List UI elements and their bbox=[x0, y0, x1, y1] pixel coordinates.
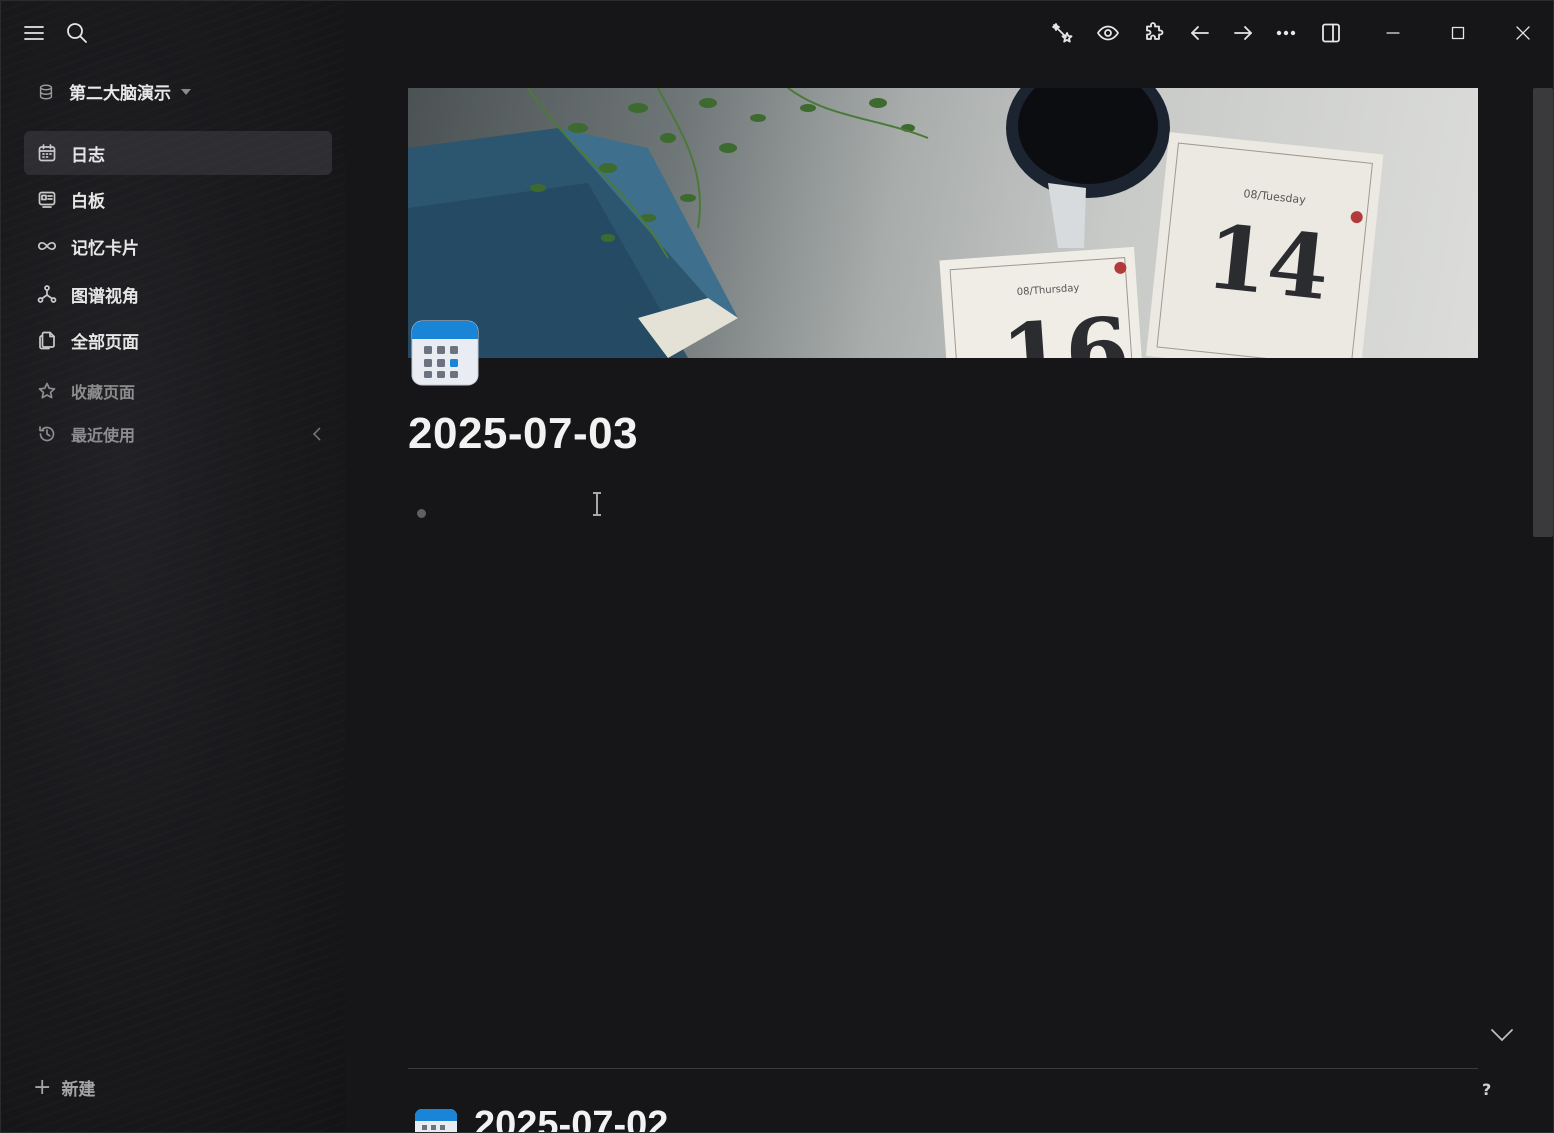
calendar-icon bbox=[38, 144, 56, 162]
text-cursor-icon bbox=[591, 491, 603, 517]
sidebar-item-journals[interactable]: 日志 bbox=[24, 131, 332, 175]
favorites-label: 收藏页面 bbox=[71, 383, 136, 402]
page-calendar-icon[interactable] bbox=[411, 319, 479, 387]
infinity-icon bbox=[38, 241, 56, 251]
sidebar-item-label: 记忆卡片 bbox=[71, 238, 139, 259]
banner-cal-right-day: 14 bbox=[1201, 204, 1334, 320]
history-icon bbox=[39, 426, 55, 442]
graph-switcher[interactable]: 第二大脑演示 bbox=[37, 79, 191, 104]
banner-cal-left-day: 16 bbox=[998, 297, 1133, 358]
sidebar-item-label: 白板 bbox=[71, 191, 105, 212]
forward-arrow-icon[interactable] bbox=[1229, 19, 1257, 47]
chevron-down-icon bbox=[181, 88, 191, 95]
sidebar-recent[interactable]: 最近使用 bbox=[24, 412, 332, 456]
sidebar-item-label: 全部页面 bbox=[71, 332, 139, 353]
journal-divider bbox=[408, 1068, 1478, 1069]
plugin-icon[interactable] bbox=[1140, 19, 1168, 47]
search-icon[interactable] bbox=[63, 19, 91, 47]
new-page-button[interactable]: + 新建 bbox=[33, 1075, 95, 1100]
close-icon[interactable] bbox=[1509, 19, 1537, 47]
back-arrow-icon[interactable] bbox=[1186, 19, 1214, 47]
new-label: 新建 bbox=[61, 1080, 96, 1100]
sidebar-item-flashcards[interactable]: 记忆卡片 bbox=[24, 224, 332, 268]
next-page-calendar-icon[interactable] bbox=[414, 1108, 458, 1132]
pages-icon bbox=[39, 331, 55, 350]
eye-icon[interactable] bbox=[1094, 19, 1122, 47]
help-button[interactable]: ? bbox=[1482, 1080, 1491, 1099]
sidebar-favorites[interactable]: 收藏页面 bbox=[24, 369, 332, 413]
database-icon bbox=[39, 84, 53, 99]
sidebar-item-all-pages[interactable]: 全部页面 bbox=[24, 318, 332, 362]
star-icon bbox=[38, 382, 56, 399]
page-banner-image: 08/Tuesday 14 08/Thursday 16 bbox=[408, 88, 1478, 358]
sidebar-item-whiteboard[interactable]: 白板 bbox=[24, 177, 332, 221]
chevron-down-icon[interactable] bbox=[1488, 1024, 1516, 1046]
sidebar-item-label: 日志 bbox=[71, 145, 105, 166]
chevron-left-icon[interactable] bbox=[310, 425, 326, 445]
app-window: 第二大脑演示 日志 白板 记忆卡片 图谱视角 全部页面 收藏页面 最近使用 + … bbox=[0, 0, 1554, 1133]
menu-icon[interactable] bbox=[20, 19, 48, 47]
minimize-icon[interactable] bbox=[1379, 19, 1407, 47]
plus-icon: + bbox=[33, 1074, 52, 1100]
left-sidebar: 第二大脑演示 日志 白板 记忆卡片 图谱视角 全部页面 收藏页面 最近使用 + … bbox=[1, 1, 346, 1132]
main-scrollbar[interactable] bbox=[1533, 88, 1553, 537]
graph-icon bbox=[37, 285, 57, 303]
sidebar-item-label: 图谱视角 bbox=[71, 286, 139, 307]
page-title[interactable]: 2025-07-03 bbox=[408, 409, 638, 459]
recent-label: 最近使用 bbox=[71, 426, 136, 445]
sidebar-item-graph-view[interactable]: 图谱视角 bbox=[24, 272, 332, 316]
whiteboard-icon bbox=[38, 191, 56, 208]
maximize-icon[interactable] bbox=[1444, 19, 1472, 47]
graph-name: 第二大脑演示 bbox=[69, 84, 171, 104]
next-page-title[interactable]: 2025-07-02 bbox=[474, 1104, 668, 1132]
ai-sparkle-icon[interactable] bbox=[1048, 19, 1076, 47]
more-icon[interactable] bbox=[1272, 19, 1300, 47]
block-bullet[interactable] bbox=[417, 509, 426, 518]
right-sidebar-toggle-icon[interactable] bbox=[1317, 19, 1345, 47]
